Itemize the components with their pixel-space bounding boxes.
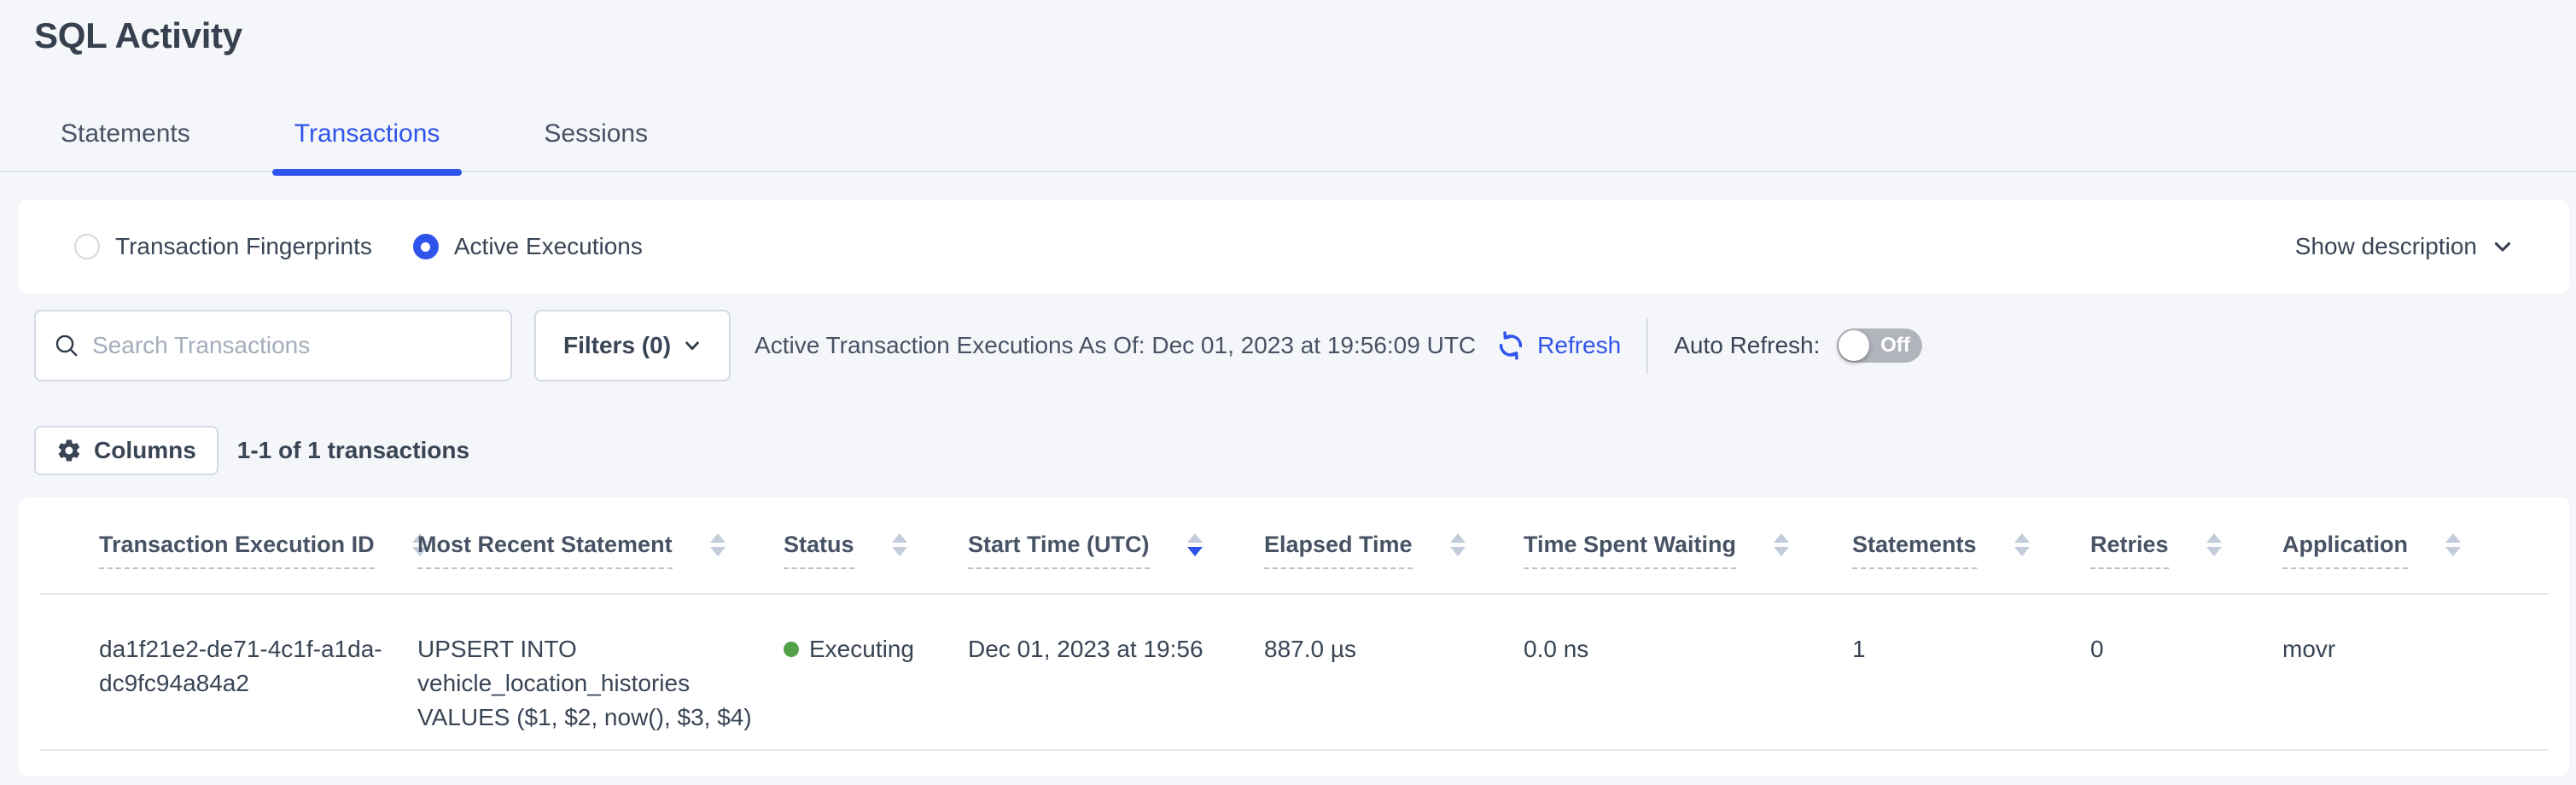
table-header-row: Transaction Execution ID Most Recent Sta… [39,497,2549,594]
active-tab-indicator [272,169,463,176]
auto-refresh-label: Auto Refresh: [1674,332,1820,359]
radio-label: Active Executions [454,233,643,260]
tab-statements[interactable]: Statements [61,119,190,171]
search-icon [53,332,80,359]
auto-refresh-toggle[interactable]: Off [1837,329,1922,363]
radio-unselected-icon [74,234,100,259]
page-title: SQL Activity [34,15,2576,56]
sort-icon[interactable] [1774,533,1789,556]
as-of-text: Active Transaction Executions As Of: Dec… [755,332,1476,359]
show-description-toggle[interactable]: Show description [2295,233,2515,260]
chevron-down-icon [683,336,702,355]
search-input[interactable] [92,332,493,359]
radio-transaction-fingerprints[interactable]: Transaction Fingerprints [74,233,372,260]
sort-icon[interactable] [2445,533,2461,556]
column-header-application[interactable]: Application [2282,497,2549,594]
sort-icon[interactable] [2206,533,2222,556]
transactions-table: Transaction Execution ID Most Recent Sta… [39,497,2549,751]
column-header-statements[interactable]: Statements [1852,497,2090,594]
sort-icon[interactable] [710,533,726,556]
cell-elapsed-time: 887.0 µs [1264,594,1524,750]
cell-time-spent-waiting: 0.0 ns [1524,594,1852,750]
column-header-elapsed-time[interactable]: Elapsed Time [1264,497,1524,594]
cell-retries: 0 [2090,594,2282,750]
refresh-icon [1495,329,1527,362]
view-mode-card: Transaction Fingerprints Active Executio… [19,200,2569,294]
chevron-down-icon [2491,235,2515,259]
cell-transaction-execution-id: da1f21e2-de71-4c1f-a1da-dc9fc94a84a2 [39,594,417,750]
cell-statements: 1 [1852,594,2090,750]
cell-status: Executing [784,594,968,750]
column-header-time-spent-waiting[interactable]: Time Spent Waiting [1524,497,1852,594]
column-header-start-time[interactable]: Start Time (UTC) [968,497,1264,594]
column-header-status[interactable]: Status [784,497,968,594]
tab-label: Statements [61,119,190,148]
tab-label: Transactions [294,119,440,148]
table-toolbar: Columns 1-1 of 1 transactions [34,426,2576,475]
toggle-state-label: Off [1869,334,1920,358]
filters-label: Filters (0) [563,332,671,359]
tab-label: Sessions [544,119,648,148]
status-badge: Executing [809,632,914,666]
sort-icon-active-desc[interactable] [1187,533,1203,556]
controls-row: Filters (0) Active Transaction Execution… [34,309,2569,381]
refresh-button[interactable]: Refresh [1495,329,1621,362]
executing-status-dot-icon [784,642,799,657]
toggle-knob [1839,330,1869,361]
gear-icon [56,438,82,463]
sort-icon[interactable] [1450,533,1466,556]
search-box[interactable] [34,310,512,381]
cell-application: movr [2282,594,2549,750]
cell-start-time: Dec 01, 2023 at 19:56 [968,594,1264,750]
radio-label: Transaction Fingerprints [115,233,372,260]
sql-activity-page: SQL Activity Statements Transactions Ses… [0,15,2576,776]
show-description-label: Show description [2295,233,2477,260]
divider [1646,317,1648,374]
columns-button[interactable]: Columns [34,426,219,475]
tab-sessions[interactable]: Sessions [544,119,648,171]
column-header-retries[interactable]: Retries [2090,497,2282,594]
filters-button[interactable]: Filters (0) [534,310,731,381]
tab-bar: Statements Transactions Sessions [0,119,2576,172]
columns-button-label: Columns [94,437,196,464]
transactions-table-card: Transaction Execution ID Most Recent Sta… [19,497,2569,776]
sort-icon[interactable] [892,533,907,556]
cell-most-recent-statement: UPSERT INTO vehicle_location_histories V… [417,594,784,750]
results-count: 1-1 of 1 transactions [237,437,469,464]
radio-selected-icon [413,234,439,259]
tab-transactions[interactable]: Transactions [294,119,440,171]
radio-active-executions[interactable]: Active Executions [413,233,643,260]
column-header-most-recent-statement[interactable]: Most Recent Statement [417,497,784,594]
refresh-label: Refresh [1537,332,1621,359]
column-header-transaction-execution-id[interactable]: Transaction Execution ID [39,497,417,594]
table-row[interactable]: da1f21e2-de71-4c1f-a1da-dc9fc94a84a2 UPS… [39,594,2549,750]
sort-icon[interactable] [2014,533,2030,556]
